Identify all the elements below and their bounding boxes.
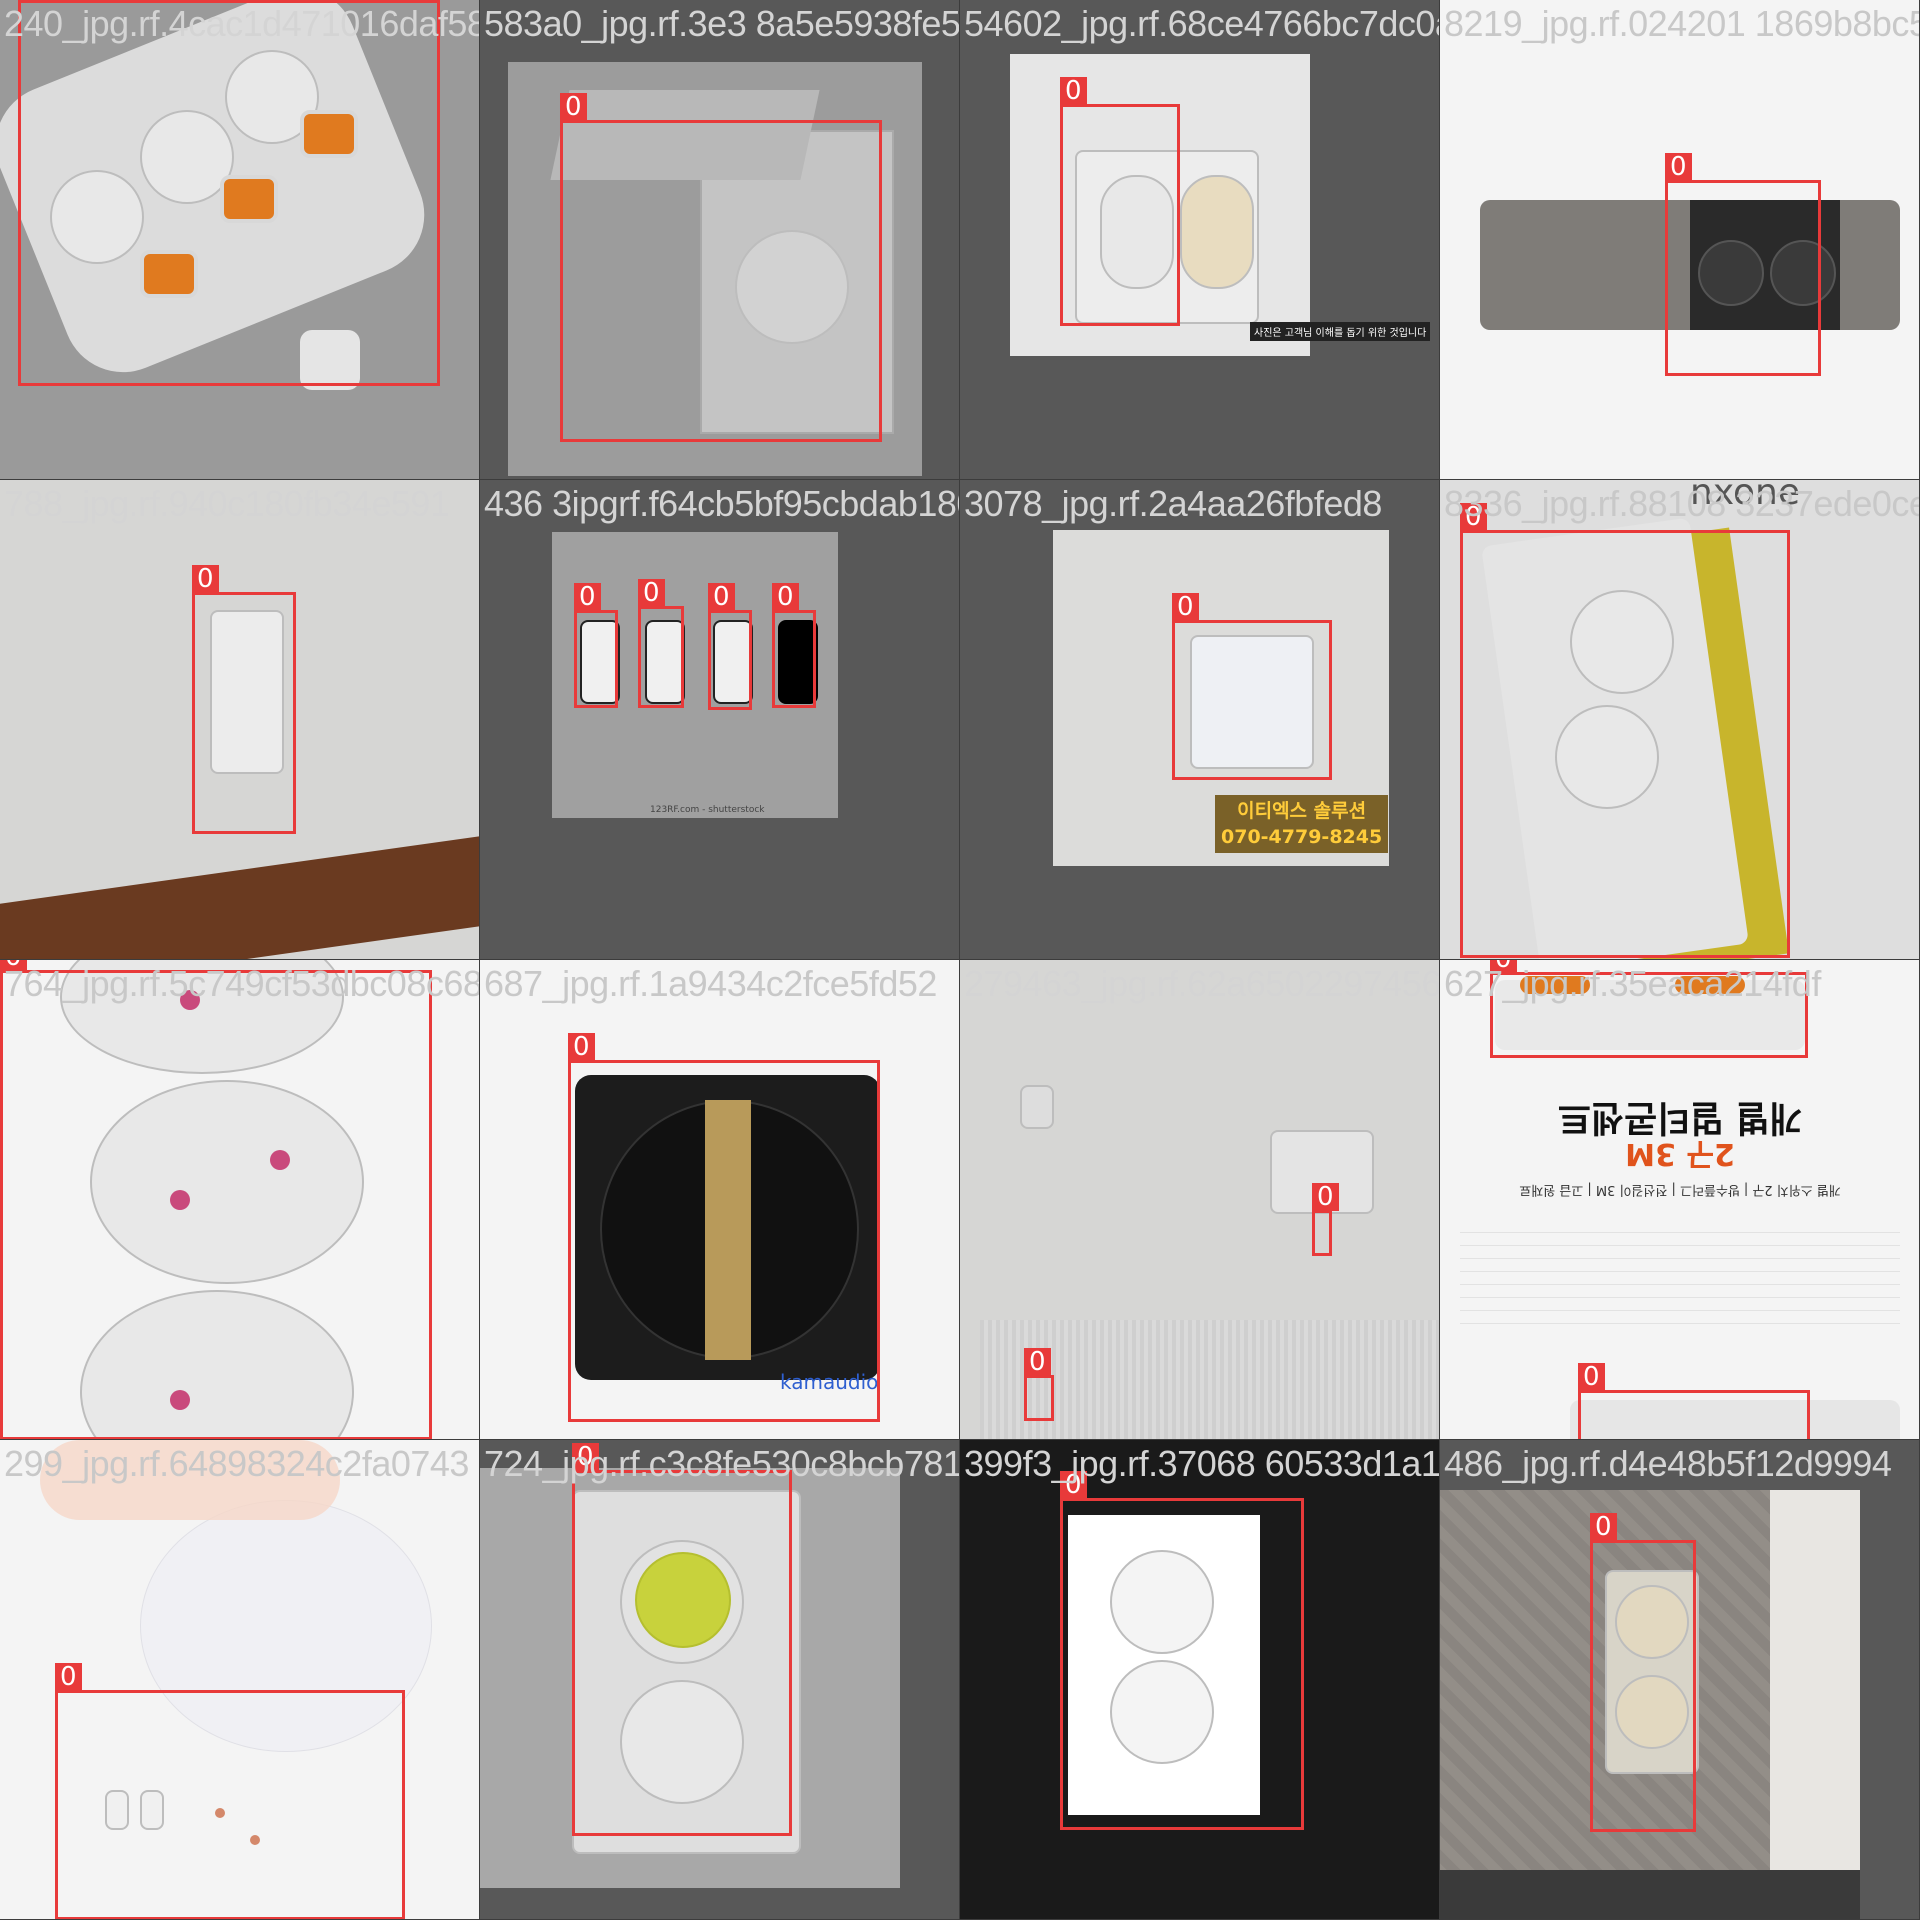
brand-text: nxone <box>1690 480 1801 513</box>
tile-3[interactable]: 사진은 고객님 이해를 돕기 위한 것입니다 0 54602_jpg.rf.68… <box>960 0 1440 480</box>
socket-icon <box>1180 175 1254 289</box>
product-subtitle: 2구 3M <box>1625 1136 1735 1171</box>
bbox-label: 0 <box>18 0 45 1</box>
tile-6[interactable]: 123RF.com - shutterstock 0 0 0 0 436 3ip… <box>480 480 960 960</box>
bbox-label: 0 <box>1312 1183 1339 1211</box>
bbox[interactable]: 0 <box>574 583 618 708</box>
bbox-label: 0 <box>1665 153 1692 181</box>
sign-company: 이티엑스 솔루션 <box>1237 800 1367 822</box>
tile-filename: 54602_jpg.rf.68ce4766bc7dc0a5829 <box>964 3 1439 44</box>
tile-8[interactable]: nxone 0 8336_jpg.rf.88108 3237ede0ce <box>1440 480 1920 960</box>
bbox-label: 0 <box>1060 1471 1087 1499</box>
bbox[interactable]: 0 <box>1460 503 1790 958</box>
floor <box>1440 1870 1860 1919</box>
tile-9[interactable]: 0 764_jpg.rf.5c749cf53dbc08c687 <box>0 960 480 1440</box>
hand-image <box>40 1440 340 1520</box>
bbox-label: 0 <box>708 583 735 611</box>
tile-5[interactable]: 0 788_jpg.rf.940c180fb34e591 <box>0 480 480 960</box>
tile-filename: 3078_jpg.rf.2a4aa26fbfed8 <box>964 483 1382 524</box>
bbox[interactable]: 0 <box>1665 153 1821 376</box>
intercom-icon <box>1020 1085 1054 1129</box>
bbox-label: 0 <box>638 579 665 607</box>
tile-12[interactable]: 개별 멀티콘센트 2구 3M 개별 스위치 2구 | 방수플러그 | 전선길이 … <box>1440 960 1920 1440</box>
bbox[interactable]: 0 <box>55 1663 405 1919</box>
tile-2[interactable]: 0 583a0_jpg.rf.3e3 8a5e5938fe57ba03a65 <box>480 0 960 480</box>
bbox[interactable]: 0 <box>18 0 440 386</box>
tile-10[interactable]: kamaudio 0 687_jpg.rf.1a9434c2fce5fd52 <box>480 960 960 1440</box>
bbox[interactable]: 0 <box>560 93 882 442</box>
sign-phone: 070-4779-8245 <box>1221 826 1383 848</box>
tile-filename: 583a0_jpg.rf.3e3 8a5e5938fe57ba03a65 <box>484 3 960 44</box>
bbox-label: 0 <box>1024 1348 1051 1376</box>
tile-15[interactable]: 0 399f3_jpg.rf.37068 60533d1a124 <box>960 1440 1440 1920</box>
bbox[interactable]: 0 <box>192 565 296 834</box>
tile-filename: 486_jpg.rf.d4e48b5f12d9994 <box>1444 1443 1892 1484</box>
tile-1[interactable]: 0 240_jpg.rf.4cac1d471016daf5830 3b8fe59… <box>0 0 480 480</box>
bbox-label: 0 <box>0 960 27 971</box>
bbox-label: 0 <box>192 565 219 593</box>
tile-filename: 279463_jpg.rf.62a6502297456ad6 <box>964 963 1440 1004</box>
bbox-label: 0 <box>1490 960 1517 973</box>
bbox[interactable]: 0 <box>572 1443 792 1836</box>
tile-13[interactable]: 0 299_jpg.rf.64898324c2fa0743 <box>0 1440 480 1920</box>
product-tag: 사진은 고객님 이해를 돕기 위한 것입니다 <box>1250 322 1431 341</box>
floor-image <box>0 836 479 959</box>
bbox-label: 0 <box>572 1443 599 1471</box>
tile-filename: 788_jpg.rf.940c180fb34e591 <box>4 483 450 524</box>
bbox[interactable]: 0 <box>1490 960 1808 1058</box>
bbox-label: 0 <box>55 1663 82 1691</box>
tile-14[interactable]: 0 724_jpg.rf.c3c8fe530c8bcb7817 <box>480 1440 960 1920</box>
tile-filename: 687_jpg.rf.1a9434c2fce5fd52 <box>484 963 937 1004</box>
bbox[interactable]: 0 <box>1060 1471 1304 1830</box>
bbox-label: 0 <box>772 583 799 611</box>
bbox[interactable]: 0 <box>568 1033 880 1422</box>
bbox[interactable]: 0 <box>1590 1513 1696 1832</box>
bbox[interactable]: 0 <box>1060 77 1180 326</box>
contact-sign: 이티엑스 솔루션 070-4779-8245 <box>1215 795 1389 853</box>
spec-table <box>1460 1220 1900 1330</box>
bbox-label: 0 <box>568 1033 595 1061</box>
door-frame <box>1770 1490 1860 1919</box>
tile-filename: 436 3ipgrf.f64cb5bf95cbdab18078 <box>484 483 959 524</box>
bbox[interactable]: 0 <box>1578 1363 1810 1439</box>
bbox-label: 0 <box>1060 77 1087 105</box>
tile-11[interactable]: 0 0 279463_jpg.rf.62a6502297456ad6 <box>960 960 1440 1440</box>
bbox[interactable]: 0 <box>1172 593 1332 780</box>
tile-filename: 8219_jpg.rf.024201 1869b8bc5 <box>1444 3 1920 44</box>
tile-7[interactable]: 이티엑스 솔루션 070-4779-8245 0 3078_jpg.rf.2a4… <box>960 480 1440 960</box>
bbox-label: 0 <box>574 583 601 611</box>
bbox-label: 0 <box>1578 1363 1605 1391</box>
bbox[interactable]: 0 <box>1024 1348 1054 1421</box>
tile-16[interactable]: 0 486_jpg.rf.d4e48b5f12d9994 <box>1440 1440 1920 1920</box>
bbox[interactable]: 0 <box>708 583 752 710</box>
product-specline: 개별 스위치 2구 | 방수플러그 | 전선길이 3M | 고급 원재료 <box>1519 1182 1841 1197</box>
bbox[interactable]: 0 <box>772 583 816 708</box>
image-grid: 0 240_jpg.rf.4cac1d471016daf5830 3b8fe59… <box>0 0 1920 1920</box>
bbox[interactable]: 0 <box>1312 1183 1339 1256</box>
bbox[interactable]: 0 <box>638 579 684 708</box>
bbox[interactable]: 0 <box>0 960 432 1439</box>
bbox-label: 0 <box>1590 1513 1617 1541</box>
bbox-label: 0 <box>1172 593 1199 621</box>
tile-4[interactable]: 0 8219_jpg.rf.024201 1869b8bc5 <box>1440 0 1920 480</box>
bbox-label: 0 <box>1460 503 1487 531</box>
image-caption: 123RF.com - shutterstock <box>650 805 765 815</box>
bbox-label: 0 <box>560 93 587 121</box>
